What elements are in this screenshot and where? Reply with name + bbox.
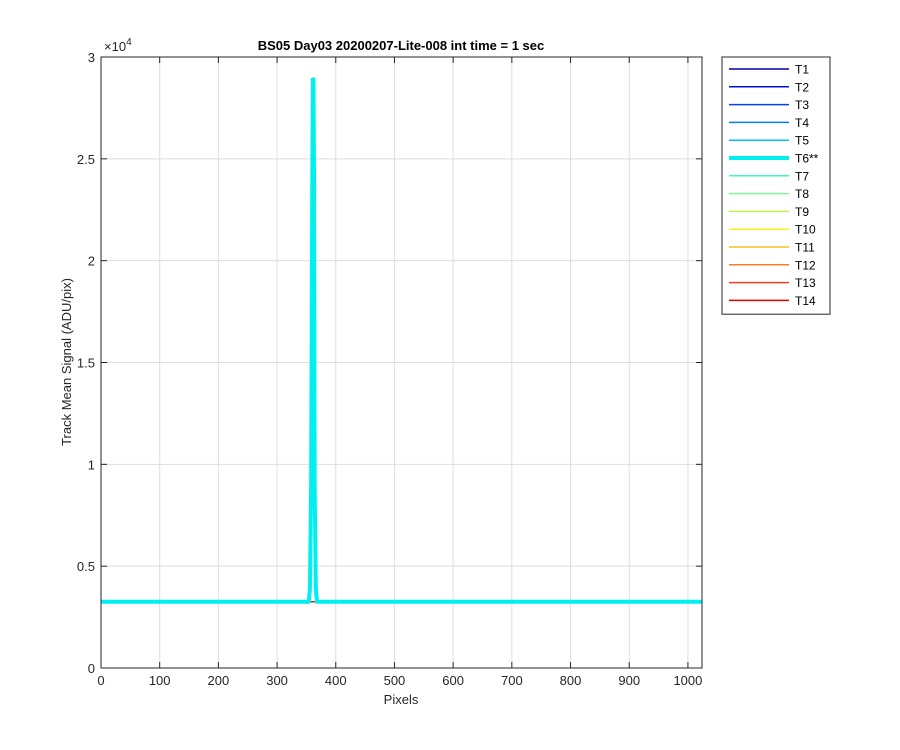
x-tick-label: 600 <box>442 673 464 688</box>
x-tick-label: 900 <box>618 673 640 688</box>
x-tick-label: 400 <box>325 673 347 688</box>
legend-entry: T11 <box>795 241 815 255</box>
x-tick-label: 800 <box>560 673 582 688</box>
legend-entry: T5 <box>795 134 809 148</box>
x-tick-label: 100 <box>149 673 171 688</box>
y-tick-label: 1.5 <box>77 356 95 371</box>
legend-entry: T1 <box>795 63 809 77</box>
y-tick-label: 3 <box>88 50 95 65</box>
y-tick-label: 2.5 <box>77 152 95 167</box>
y-tick-label: 0 <box>88 661 95 676</box>
chart-title: BS05 Day03 20200207-Lite-008 int time = … <box>258 38 545 53</box>
legend-entry: T7 <box>795 169 809 183</box>
y-tick-label: 0.5 <box>77 559 95 574</box>
legend-entry: T8 <box>795 187 809 201</box>
legend-entry: T2 <box>795 80 809 94</box>
legend-entry: T9 <box>795 205 809 219</box>
x-axis-label: Pixels <box>384 692 419 707</box>
legend-entry: T12 <box>795 258 816 272</box>
x-tick-label: 700 <box>501 673 523 688</box>
legend-entry: T14 <box>795 294 816 308</box>
y-tick-label: 1 <box>88 457 95 472</box>
x-tick-label: 0 <box>97 673 104 688</box>
legend-entry: T10 <box>795 223 816 237</box>
legend-entry: T6** <box>795 152 819 166</box>
chart-figure: 0 100 200 300 400 500 600 700 800 900 1000 0 0.5 1 1.5… <box>0 0 900 750</box>
x-tick-label: 200 <box>208 673 230 688</box>
x-tick-label: 1000 <box>673 673 702 688</box>
y-tick-label: 2 <box>88 254 95 269</box>
y-axis-label: Track Mean Signal (ADU/pix) <box>59 278 74 446</box>
legend-entry: T3 <box>795 98 809 112</box>
x-tick-label: 500 <box>384 673 406 688</box>
x-tick-label: 300 <box>266 673 288 688</box>
legend-entry: T13 <box>795 276 816 290</box>
legend: T1 T2 T3 T4 T5 T6** T7 T8 T9 T10 T11 T12 T13 T14 <box>721 56 831 315</box>
legend-entry: T4 <box>795 116 809 130</box>
